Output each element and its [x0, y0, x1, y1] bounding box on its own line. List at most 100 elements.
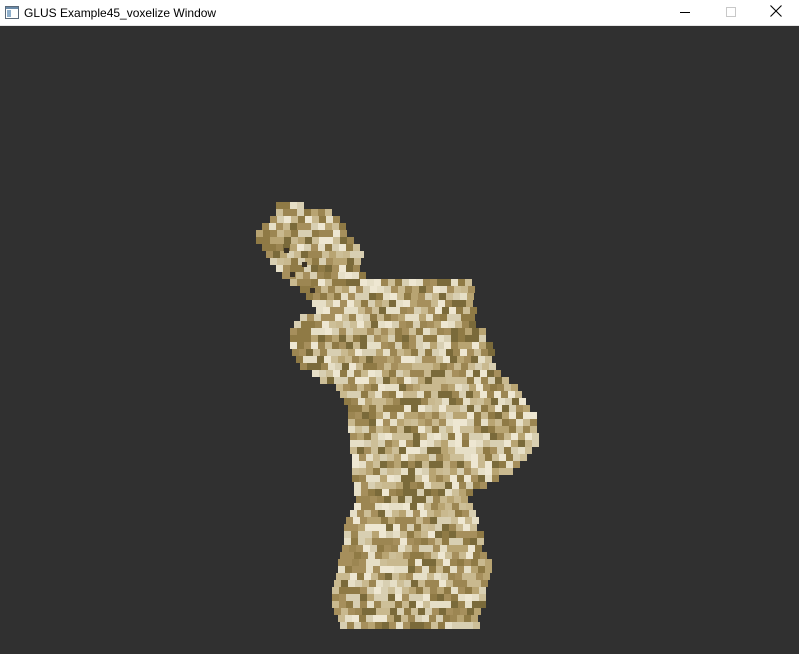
- voxel: [401, 356, 408, 363]
- voxel: [488, 349, 495, 356]
- voxel: [455, 510, 462, 517]
- voxel: [467, 580, 474, 587]
- voxel: [338, 356, 345, 363]
- voxel: [487, 370, 494, 377]
- voxel: [401, 615, 408, 622]
- voxel: [310, 356, 317, 363]
- voxel: [317, 272, 324, 279]
- voxel: [474, 608, 481, 615]
- voxel: [341, 580, 348, 587]
- voxel: [402, 601, 409, 608]
- voxel: [354, 489, 361, 496]
- voxel: [458, 587, 465, 594]
- voxel: [475, 363, 482, 370]
- voxel: [483, 440, 490, 447]
- voxel: [404, 412, 411, 419]
- voxel: [487, 391, 494, 398]
- voxel: [431, 552, 438, 559]
- voxel: [457, 468, 464, 475]
- voxel: [459, 370, 466, 377]
- voxel: [332, 223, 339, 230]
- voxel: [370, 496, 377, 503]
- voxel: [411, 405, 418, 412]
- close-button[interactable]: [753, 0, 799, 26]
- voxel: [415, 615, 422, 622]
- voxel: [440, 545, 447, 552]
- voxel: [395, 342, 402, 349]
- voxel: [332, 342, 339, 349]
- voxel: [511, 440, 518, 447]
- voxel: [456, 398, 463, 405]
- voxel: [423, 601, 430, 608]
- voxel: [511, 384, 518, 391]
- voxel: [468, 286, 475, 293]
- voxel: [318, 335, 325, 342]
- voxel: [473, 391, 480, 398]
- voxel: [382, 503, 389, 510]
- voxel: [350, 384, 357, 391]
- voxel: [367, 587, 374, 594]
- voxel: [458, 328, 465, 335]
- voxel: [394, 468, 401, 475]
- voxel: [397, 580, 404, 587]
- minimize-icon: [680, 4, 690, 22]
- voxel: [369, 377, 376, 384]
- voxel: [402, 517, 409, 524]
- voxel: [284, 237, 291, 244]
- voxel: [327, 377, 334, 384]
- voxel: [448, 447, 455, 454]
- voxel: [362, 293, 369, 300]
- voxel: [386, 531, 393, 538]
- voxel: [294, 321, 301, 328]
- minimize-button[interactable]: [662, 0, 708, 26]
- voxel: [334, 580, 341, 587]
- voxel: [406, 384, 413, 391]
- voxel: [376, 608, 383, 615]
- voxel: [321, 314, 328, 321]
- voxel: [488, 426, 495, 433]
- voxel: [380, 356, 387, 363]
- voxel: [429, 461, 436, 468]
- voxel: [368, 391, 375, 398]
- voxel: [321, 363, 328, 370]
- voxel: [395, 594, 402, 601]
- voxel: [424, 391, 431, 398]
- voxel: [359, 559, 366, 566]
- voxel: [387, 468, 394, 475]
- voxel: [426, 496, 433, 503]
- voxel: [338, 559, 345, 566]
- voxel: [410, 489, 417, 496]
- voxel: [366, 454, 373, 461]
- voxel: [348, 426, 355, 433]
- voxel: [393, 524, 400, 531]
- voxel: [381, 601, 388, 608]
- voxel: [417, 622, 424, 629]
- voxel: [467, 608, 474, 615]
- voxel: [387, 356, 394, 363]
- voxel: [438, 489, 445, 496]
- voxel: [359, 356, 366, 363]
- voxel: [409, 328, 416, 335]
- voxel: [348, 608, 355, 615]
- voxel: [359, 454, 366, 461]
- voxel: [407, 398, 414, 405]
- voxel: [366, 475, 373, 482]
- voxel: [410, 300, 417, 307]
- voxel: [385, 447, 392, 454]
- voxel: [311, 223, 318, 230]
- voxel: [345, 272, 352, 279]
- voxel: [357, 433, 364, 440]
- voxel: [479, 594, 486, 601]
- voxel: [328, 286, 335, 293]
- voxel: [415, 566, 422, 573]
- voxel: [377, 363, 384, 370]
- voxel: [347, 370, 354, 377]
- voxel: [318, 223, 325, 230]
- voxel: [307, 314, 314, 321]
- title-bar[interactable]: GLUS Example45_voxelize Window: [0, 0, 799, 26]
- voxel: [445, 552, 452, 559]
- maximize-button[interactable]: [708, 0, 754, 26]
- render-viewport[interactable]: [0, 26, 799, 654]
- voxel: [443, 559, 450, 566]
- voxel: [290, 209, 297, 216]
